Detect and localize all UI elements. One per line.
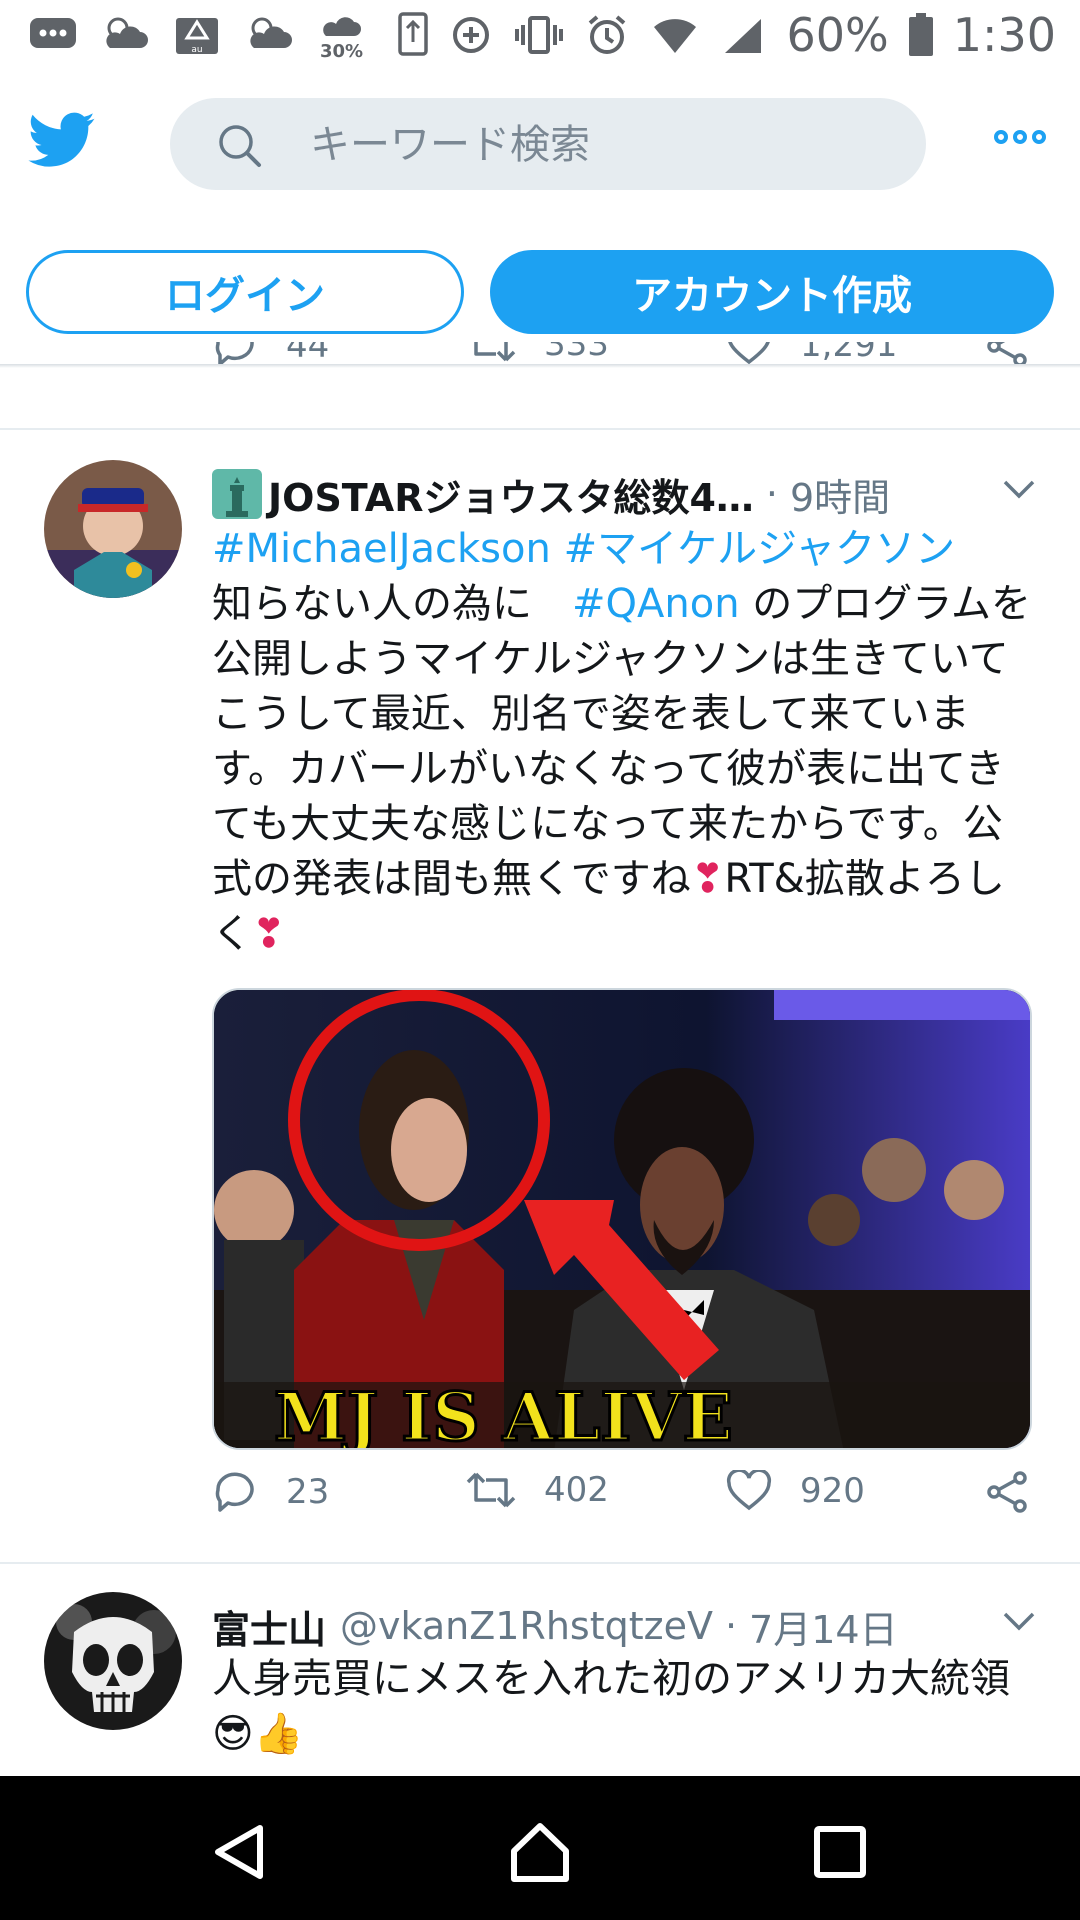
tweet-text-content: 人身売買にメスを入れた初のアメリカ大統領 [212, 1656, 1010, 1702]
tweet[interactable]: 富士山 @vkanZ1RhstqtzeV · 7月14日 人身売買にメスを入れた… [0, 1564, 1080, 1776]
home-icon [511, 1823, 569, 1882]
weather-cloud-icon [100, 12, 150, 56]
vibrate-icon [514, 13, 564, 57]
retweet-button[interactable]: 402 [466, 1470, 609, 1510]
tweet-text: #MichaelJackson #マイケルジャクソン 知らない人の為に #QAn… [212, 522, 1032, 962]
retweet-icon [466, 1472, 516, 1508]
reply-count: 44 [286, 342, 330, 366]
reply-button[interactable]: 23 [212, 1470, 329, 1514]
recents-button[interactable] [800, 1812, 880, 1892]
back-button[interactable] [200, 1812, 280, 1892]
share-icon [987, 1471, 1027, 1513]
login-button[interactable]: ログイン [26, 250, 464, 334]
tweet-text: 人身売買にメスを入れた初のアメリカ大統領 😎👍 [212, 1652, 1032, 1762]
media-caption: MJ IS ALIVE [274, 1378, 733, 1450]
user-handle[interactable]: @vkanZ1RhstqtzeV [340, 1604, 713, 1648]
retweet-count: 402 [544, 1470, 609, 1510]
tweet-text-part-2: のプログラムを公開しようマイケルジャクソンは生きていてこうして最近、別名で姿を表… [212, 581, 1032, 902]
statue-of-liberty-icon [212, 469, 262, 519]
retweet-icon [474, 342, 516, 362]
hashtag-links[interactable]: #MichaelJackson #マイケルジャクソン [212, 526, 955, 572]
back-triangle-icon [215, 1825, 263, 1879]
retweet-button[interactable]: 333 [466, 342, 609, 364]
like-count: 920 [800, 1471, 865, 1511]
hashtag-qanon[interactable]: #QAnon [572, 581, 740, 627]
battery-percent: 60% [786, 8, 889, 62]
data-saver-icon [446, 13, 496, 57]
signal-icon [718, 13, 768, 57]
search-input[interactable] [308, 112, 892, 178]
chevron-down-icon[interactable] [1002, 1610, 1036, 1636]
android-navigation-bar [0, 1776, 1080, 1920]
rain-chance-text: 30% [320, 41, 364, 62]
separator-dot: · [765, 472, 778, 516]
heart-icon [726, 1470, 772, 1511]
like-button[interactable]: 1,291 [726, 342, 897, 366]
messages-notification-icon [28, 12, 78, 56]
au-app-icon: au [172, 12, 222, 56]
heart-exclamation-emoji-2: ❣ [252, 911, 286, 957]
search-icon [216, 122, 262, 172]
display-name[interactable]: JOSTARジョウスタ総数4… [268, 467, 754, 522]
status-bar: au 30% 60% 1:30 [0, 0, 1080, 72]
clock-time: 1:30 [952, 8, 1056, 62]
sunglasses-thumbs-up-emoji: 😎👍 [212, 1711, 304, 1757]
tweet-actions: 23 402 920 [0, 1470, 1080, 1530]
app-header [0, 90, 1080, 200]
more-options-icon[interactable] [994, 130, 1046, 144]
heart-icon [728, 342, 770, 365]
home-button[interactable] [500, 1812, 580, 1892]
create-account-button[interactable]: アカウント作成 [490, 250, 1054, 334]
tweet[interactable]: JOSTARジョウスタ総数4… · 9時間 #MichaelJackson #マ… [0, 430, 1080, 1560]
like-count: 1,291 [800, 342, 898, 365]
tweet-text-part-1: 知らない人の為に [212, 581, 572, 627]
reply-count: 23 [286, 1472, 330, 1512]
search-bar[interactable] [170, 98, 926, 190]
recents-square-icon [814, 1826, 866, 1878]
phone-update-icon [388, 12, 438, 56]
battery-icon [907, 13, 935, 57]
wifi-icon [650, 13, 700, 57]
retweet-count: 333 [544, 342, 609, 364]
tweet-time[interactable]: 9時間 [790, 467, 890, 522]
svg-text:au: au [191, 45, 202, 55]
tweet-time[interactable]: 7月14日 [749, 1599, 898, 1654]
heart-exclamation-emoji: ❣ [690, 856, 725, 902]
avatar[interactable] [44, 1592, 182, 1730]
share-button[interactable] [984, 1470, 1030, 1514]
reply-icon [215, 1472, 254, 1512]
previous-tweet-actions: 44 333 1,291 [0, 342, 1080, 394]
weather-cloud-icon-2 [244, 12, 294, 56]
like-button[interactable]: 920 [726, 1470, 865, 1512]
auth-buttons: ログイン アカウント作成 [0, 250, 1080, 340]
avatar[interactable] [44, 460, 182, 598]
chevron-down-icon[interactable] [1002, 478, 1036, 504]
rain-chance-icon: 30% [316, 12, 366, 62]
tweet-media-image[interactable]: MJ IS ALIVE [212, 988, 1032, 1450]
twitter-bird-icon[interactable] [28, 112, 96, 172]
header-shadow [0, 364, 1080, 368]
display-name[interactable]: 富士山 [212, 1599, 326, 1654]
tweet-header: JOSTARジョウスタ総数4… · 9時間 [212, 464, 1050, 524]
alarm-icon [582, 13, 632, 57]
separator-dot: · [724, 1604, 738, 1648]
tweet-header: 富士山 @vkanZ1RhstqtzeV · 7月14日 [212, 1596, 1050, 1656]
